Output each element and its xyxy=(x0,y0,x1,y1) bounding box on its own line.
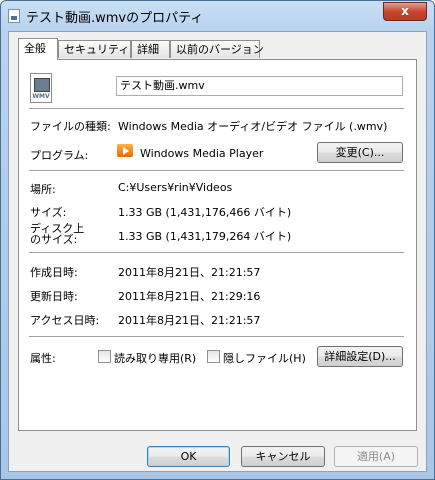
tab-details[interactable]: 詳細 xyxy=(131,40,170,58)
tab-previous-versions[interactable]: 以前のバージョン xyxy=(170,40,264,58)
modified-value: 2011年8月21日、21:29:16 xyxy=(118,290,261,303)
separator xyxy=(29,170,404,171)
film-icon xyxy=(34,78,50,92)
ok-button-label: OK xyxy=(180,450,197,463)
attributes-label: 属性: xyxy=(30,352,56,365)
disk-size-value: 1.33 GB (1,431,179,264 バイト) xyxy=(118,230,292,243)
close-icon: x xyxy=(401,4,409,18)
program-label: プログラム: xyxy=(30,149,89,162)
separator xyxy=(29,108,404,109)
cancel-button[interactable]: キャンセル xyxy=(241,446,325,467)
dialog-body: 全般 セキュリティ 詳細 以前のバージョン WMV テスト動画.wmv ファイル… xyxy=(8,31,427,472)
location-label: 場所: xyxy=(30,183,56,196)
title-bar[interactable]: テスト動画.wmvのプロパティ x xyxy=(1,1,434,29)
separator xyxy=(29,336,404,337)
windows-media-player-icon xyxy=(117,144,133,157)
close-button[interactable]: x xyxy=(383,2,427,21)
advanced-attributes-button[interactable]: 詳細設定(D)... xyxy=(317,346,403,367)
cancel-button-label: キャンセル xyxy=(255,450,311,463)
modified-label: 更新日時: xyxy=(30,290,78,303)
properties-window: テスト動画.wmvのプロパティ x 全般 セキュリティ 詳細 以前のバージョン … xyxy=(0,0,435,480)
separator xyxy=(29,252,404,253)
program-value: Windows Media Player xyxy=(140,147,264,160)
wmv-file-icon: WMV xyxy=(30,73,52,103)
disk-size-label: ディスク上 のサイズ: xyxy=(30,223,84,245)
file-icon-label: WMV xyxy=(32,93,50,100)
accessed-label: アクセス日時: xyxy=(30,314,100,327)
apply-button[interactable]: 適用(A) xyxy=(334,446,418,467)
tab-security[interactable]: セキュリティ xyxy=(58,40,131,58)
hidden-checkbox[interactable] xyxy=(207,350,220,363)
apply-button-label: 適用(A) xyxy=(356,450,396,463)
file-properties-icon xyxy=(8,9,20,23)
size-label: サイズ: xyxy=(30,206,67,219)
general-tab-panel: WMV テスト動画.wmv ファイルの種類: Windows Media オーデ… xyxy=(18,59,417,431)
readonly-checkbox[interactable] xyxy=(98,350,111,363)
created-value: 2011年8月21日、21:21:57 xyxy=(118,266,261,279)
disk-size-label-line2: のサイズ: xyxy=(30,233,78,246)
file-name-input[interactable]: テスト動画.wmv xyxy=(116,76,403,96)
file-type-label: ファイルの種類: xyxy=(30,120,111,133)
file-type-value: Windows Media オーディオ/ビデオ ファイル (.wmv) xyxy=(118,120,388,133)
size-value: 1.33 GB (1,431,176,466 バイト) xyxy=(118,206,292,219)
change-program-button[interactable]: 変更(C)... xyxy=(317,142,403,163)
advanced-button-label: 詳細設定(D)... xyxy=(324,350,396,363)
window-title: テスト動画.wmvのプロパティ xyxy=(26,11,204,26)
change-button-label: 変更(C)... xyxy=(335,146,385,159)
readonly-label[interactable]: 読み取り専用(R) xyxy=(114,350,196,366)
ok-button[interactable]: OK xyxy=(147,446,230,467)
created-label: 作成日時: xyxy=(30,266,78,279)
tab-general[interactable]: 全般 xyxy=(18,38,58,60)
hidden-label[interactable]: 隠しファイル(H) xyxy=(223,350,306,366)
accessed-value: 2011年8月21日、21:21:57 xyxy=(118,314,261,327)
location-value: C:¥Users¥rin¥Videos xyxy=(118,181,233,194)
